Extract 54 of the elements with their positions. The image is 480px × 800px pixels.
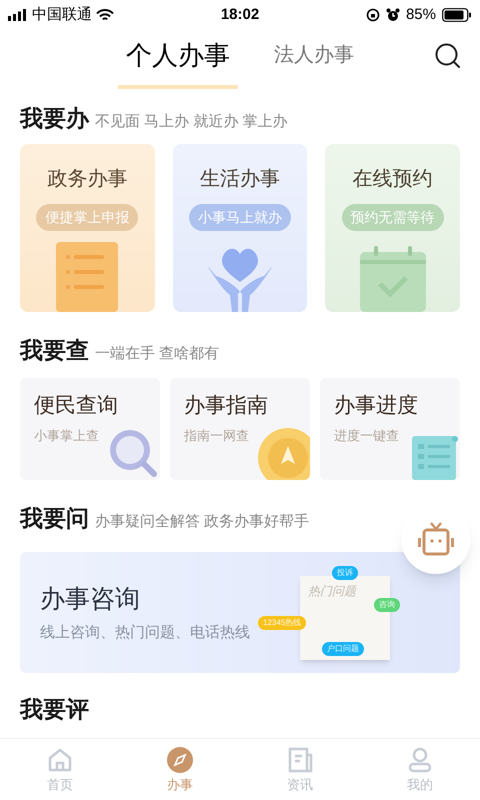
newspaper-icon [287,747,313,773]
service-card[interactable]: 政务办事 便捷掌上申报 [20,144,155,312]
service-card[interactable]: 生活办事 小事马上就办 [172,144,308,312]
compass-icon [167,747,193,773]
calendar-check-icon [360,246,426,312]
carrier-name: 中国联通 [32,4,92,25]
wifi-icon [96,8,114,22]
section-title: 我要问 [20,504,89,534]
paper-title: 热门问题 [308,583,356,600]
alarm-icon [386,8,400,22]
magnifier-icon [108,428,160,480]
card-badge: 便捷掌上申报 [36,204,138,231]
chat-bubble: 12345热线 [258,616,306,630]
query-card[interactable]: 办事指南 指南一网查 [170,378,310,480]
chat-bubble: 咨询 [374,598,400,612]
banner-title: 办事咨询 [40,584,140,614]
compass-icon [258,428,310,480]
card-subtitle: 进度一键查 [334,426,400,444]
card-subtitle: 指南一网查 [184,426,250,444]
tab[interactable]: 个人办事 [118,36,238,89]
robot-icon [418,522,454,556]
card-title: 办事进度 [334,393,419,419]
consult-banner[interactable]: 办事咨询 线上咨询、热门问题、电话热线 投诉 热门问题 咨询 12345热线 户口问题 [20,552,460,673]
rotation-lock-icon [366,8,380,22]
home-icon [47,747,73,773]
card-title: 政务办事 [47,167,128,192]
chat-bubble: 投诉 [332,566,358,580]
card-subtitle: 小事掌上查 [34,426,100,444]
search-button[interactable] [434,42,462,70]
section-title: 我要查 [20,336,89,366]
card-title: 在线预约 [352,167,433,192]
status-time: 18:02 [220,4,260,25]
banner-subtitle: 线上咨询、热门问题、电话热线 [40,623,250,643]
card-badge: 预约无需等待 [342,204,444,231]
battery-percent: 85% [406,4,436,25]
chat-bubble: 户口问题 [322,642,364,656]
service-card[interactable]: 在线预约 预约无需等待 [325,144,460,312]
signal-icon [8,9,28,21]
card-title: 便民查询 [34,393,119,419]
section-title: 我要评 [20,695,89,725]
tab[interactable]: 法人办事 [266,36,362,80]
document-icon [56,242,118,312]
card-title: 办事指南 [184,393,269,419]
query-card[interactable]: 便民查询 小事掌上查 [20,378,160,480]
card-title: 生活办事 [200,167,280,192]
section-subtitle: 不见面 马上办 就近办 掌上办 [95,112,288,132]
section-subtitle: 一端在手 查啥都有 [95,344,220,364]
query-card[interactable]: 办事进度 进度一键查 [320,378,460,480]
card-badge: 小事马上就办 [188,204,291,231]
section-title: 我要办 [20,104,89,134]
search-icon [434,42,462,70]
section-subtitle: 办事疑问全解答 政务办事好帮手 [95,512,310,532]
person-icon [407,747,433,773]
battery-icon [442,8,472,22]
